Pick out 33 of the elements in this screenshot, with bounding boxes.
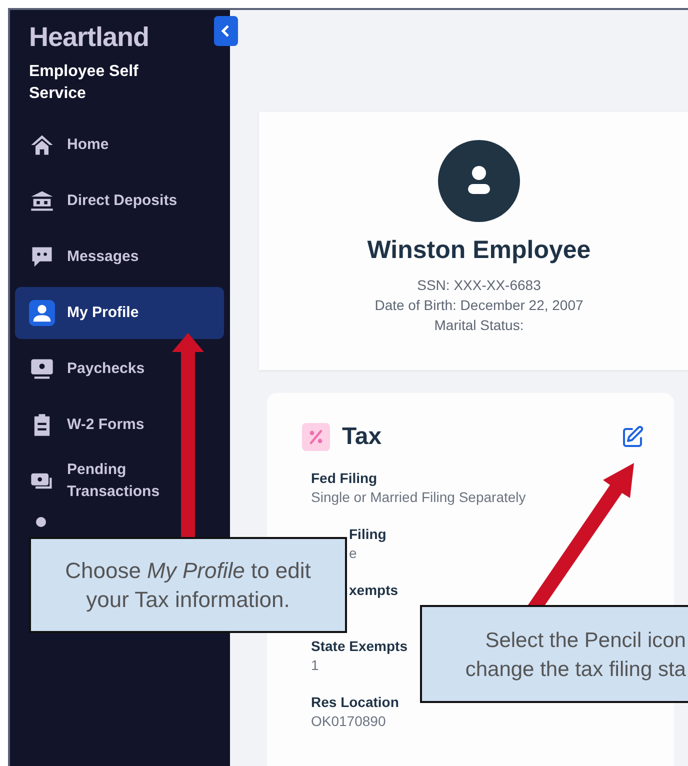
field-value: OK0170890 xyxy=(311,712,386,731)
profile-detail: SSN: XXX-XX-6683 xyxy=(417,276,541,295)
sidebar-item[interactable]: My Profile xyxy=(15,287,224,339)
brand-logo: Heartland xyxy=(29,22,150,53)
callout-text: Choose My Profile to edit your Tax information. xyxy=(64,557,312,614)
employee-name: Winston Employee xyxy=(367,236,591,265)
person-icon xyxy=(29,300,55,326)
sidebar-item[interactable]: Direct Deposits xyxy=(15,175,224,227)
edit-icon[interactable] xyxy=(621,425,645,449)
sidebar-item[interactable]: Messages xyxy=(15,231,224,283)
app-subtitle: Employee Self Service xyxy=(29,62,140,104)
field-value: 1 xyxy=(311,656,319,675)
percent-icon xyxy=(302,423,330,451)
field-label: Filing xyxy=(349,525,386,543)
field-label: xempts xyxy=(349,581,398,599)
profile-detail: Date of Birth: December 22, 2007 xyxy=(374,296,584,315)
field-label: State Exempts xyxy=(311,637,408,655)
avatar-icon xyxy=(438,140,520,222)
callout-text: change the tax filing sta xyxy=(465,657,686,683)
chevron-icon xyxy=(221,25,231,37)
sidebar-item[interactable]: Home xyxy=(15,119,224,171)
field-value: Single or Married Filing Separately xyxy=(311,488,526,507)
field-label: Fed Filing xyxy=(311,469,378,487)
section-title: Tax xyxy=(342,423,383,451)
sidebar-item[interactable]: W-2 Forms xyxy=(15,399,224,451)
callout-text: Select the Pencil icon xyxy=(485,628,686,654)
profile-detail: Marital Status: xyxy=(434,316,524,335)
field-label: Res Location xyxy=(311,693,399,711)
collapse-button[interactable] xyxy=(214,16,238,46)
dot-icon xyxy=(36,517,46,527)
sidebar-item[interactable]: Pending Transactions xyxy=(15,455,224,507)
sidebar-item[interactable]: Paychecks xyxy=(15,343,224,395)
field-value: e xyxy=(349,544,357,563)
